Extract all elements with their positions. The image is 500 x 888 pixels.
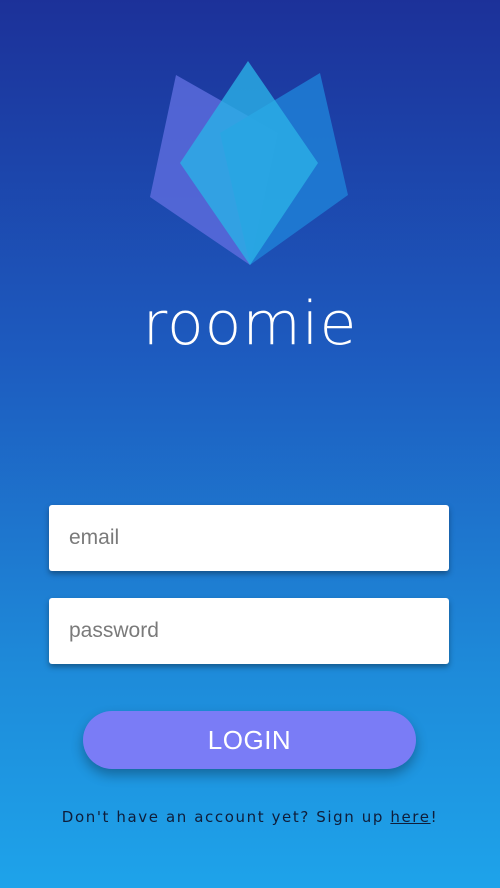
login-button[interactable]: LOGIN bbox=[83, 711, 416, 769]
signup-prompt: Don't have an account yet? Sign up here! bbox=[0, 808, 500, 826]
password-field[interactable] bbox=[49, 598, 449, 664]
app-name: roomie bbox=[142, 289, 358, 359]
password-field-container bbox=[49, 598, 449, 664]
email-field-container bbox=[49, 505, 449, 571]
signup-suffix: ! bbox=[430, 808, 439, 826]
signup-link[interactable]: here bbox=[390, 808, 430, 826]
lotus-logo-icon bbox=[150, 61, 348, 265]
email-field[interactable] bbox=[49, 505, 449, 571]
signup-prompt-text: Don't have an account yet? Sign up bbox=[61, 808, 391, 826]
login-screen: roomie LOGIN Don't have an account yet? … bbox=[0, 0, 500, 888]
